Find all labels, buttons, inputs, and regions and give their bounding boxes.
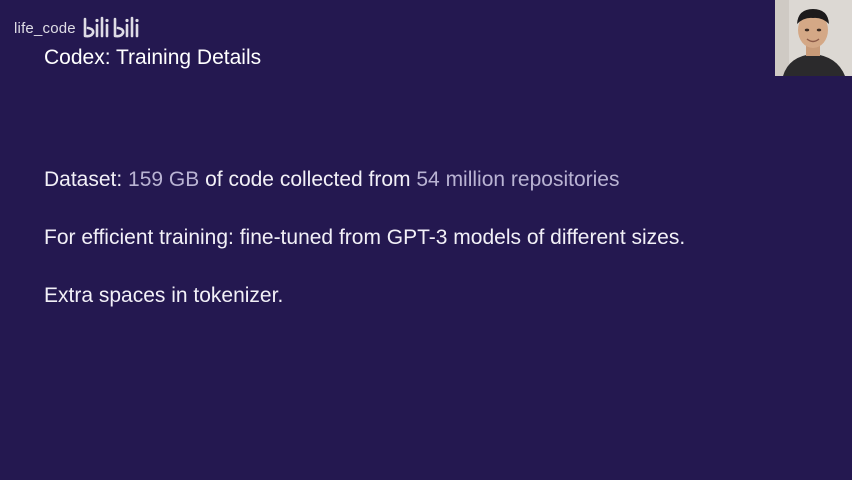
bullet-text: Extra spaces in tokenizer. — [44, 284, 284, 307]
bullet-efficient-training: For efficient training: fine-tuned from … — [44, 226, 685, 250]
slide: life_code Codex: Training Details Datase… — [0, 0, 852, 480]
bilibili-logo-icon — [82, 16, 146, 40]
slide-title: Codex: Training Details — [44, 46, 262, 69]
bullet-text: Dataset: — [44, 168, 129, 191]
highlight-dataset-size: 159 GB — [128, 168, 200, 191]
bullet-text: For efficient training: fine-tuned from … — [44, 226, 686, 249]
bullet-dataset: Dataset: 159 GB of code collected from 5… — [44, 168, 619, 192]
bullet-text: of code collected from — [199, 168, 417, 191]
bullet-tokenizer: Extra spaces in tokenizer. — [44, 284, 283, 308]
presenter-webcam-thumbnail — [775, 0, 852, 76]
highlight-repo-count: 54 million repositories — [416, 168, 620, 191]
watermark: life_code — [14, 16, 146, 40]
watermark-username: life_code — [14, 19, 76, 37]
